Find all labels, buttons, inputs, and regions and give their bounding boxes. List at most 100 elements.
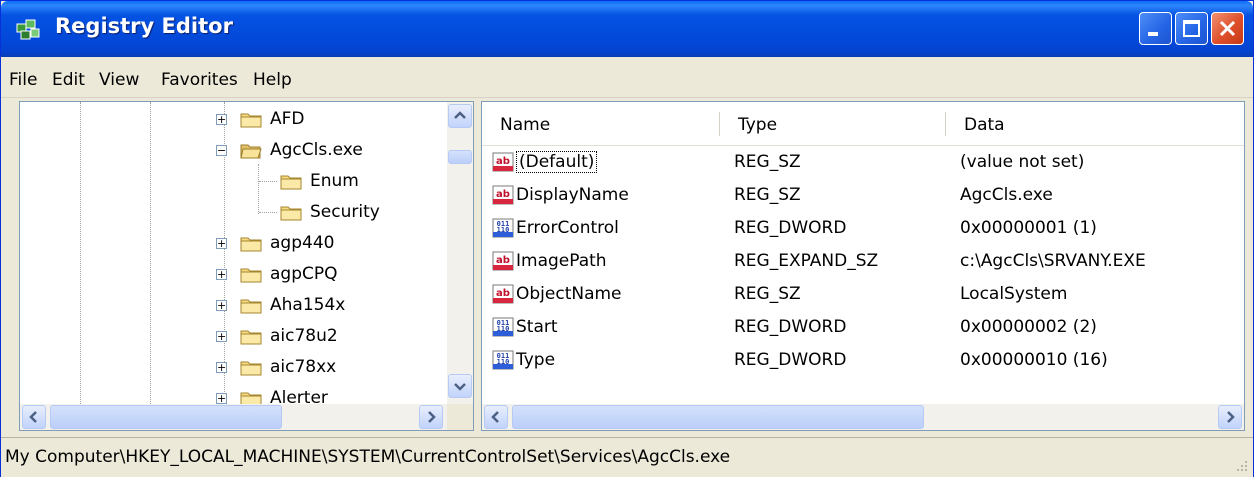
menu-favorites[interactable]: Favorites bbox=[161, 70, 238, 90]
menu-view[interactable]: View bbox=[99, 70, 139, 90]
expand-icon[interactable]: + bbox=[216, 331, 227, 342]
tree-guide-line bbox=[259, 212, 277, 213]
menu-help[interactable]: Help bbox=[253, 70, 292, 90]
window-title: Registry Editor bbox=[55, 14, 233, 38]
expand-icon[interactable]: + bbox=[216, 269, 227, 280]
tree-item[interactable]: Enum bbox=[20, 166, 440, 196]
title-bar[interactable]: Registry Editor bbox=[1, 1, 1253, 57]
string-value-icon: ab bbox=[492, 152, 514, 172]
value-row[interactable]: ab ObjectName REG_SZ LocalSystem bbox=[482, 278, 1222, 310]
status-path: My Computer\HKEY_LOCAL_MACHINE\SYSTEM\Cu… bbox=[5, 447, 731, 467]
expand-icon[interactable]: + bbox=[216, 300, 227, 311]
tree-item-label: Security bbox=[310, 202, 380, 222]
scroll-left-button[interactable] bbox=[22, 405, 46, 429]
scroll-right-button[interactable] bbox=[1218, 405, 1242, 429]
tree-item[interactable]: + aic78xx bbox=[20, 352, 440, 382]
tree-vertical-scrollbar[interactable] bbox=[447, 102, 473, 404]
maximize-button[interactable] bbox=[1175, 12, 1208, 45]
chevron-left-icon bbox=[491, 411, 499, 423]
menu-file[interactable]: File bbox=[9, 70, 37, 90]
tree-item[interactable]: + agp440 bbox=[20, 228, 440, 258]
tree-item-label: Enum bbox=[310, 171, 359, 191]
chevron-up-icon bbox=[454, 111, 466, 119]
folder-icon bbox=[240, 361, 262, 376]
values-list-pane[interactable]: Name Type Data ab (Default) REG_SZ (value n… bbox=[481, 101, 1245, 431]
menu-edit[interactable]: Edit bbox=[52, 70, 85, 90]
resize-grip-icon[interactable] bbox=[1233, 457, 1249, 473]
column-header-label: Name bbox=[500, 115, 551, 135]
scroll-up-button[interactable] bbox=[448, 104, 472, 128]
value-row[interactable]: ab ImagePath REG_EXPAND_SZ c:\AgcCls\SRVANY… bbox=[482, 245, 1222, 277]
folder-icon bbox=[280, 175, 302, 190]
value-row[interactable]: 011 110 Start REG_DWORD 0x00000002 (2) bbox=[482, 311, 1222, 343]
value-data: c:\AgcCls\SRVANY.EXE bbox=[960, 251, 1146, 271]
value-row[interactable]: 011 110 Type REG_DWORD 0x00000010 (16) bbox=[482, 344, 1222, 376]
binary-value-icon: 011110 bbox=[492, 350, 514, 370]
folder-icon bbox=[240, 268, 262, 283]
close-button[interactable] bbox=[1211, 12, 1244, 45]
tree-item[interactable]: + AFD bbox=[20, 104, 440, 134]
expand-icon[interactable]: + bbox=[216, 238, 227, 249]
value-type: REG_DWORD bbox=[734, 317, 847, 337]
value-name: Start bbox=[516, 317, 558, 337]
registry-editor-icon bbox=[16, 19, 40, 40]
minimize-button[interactable] bbox=[1139, 12, 1172, 45]
string-value-icon: ab bbox=[492, 185, 514, 205]
expand-icon[interactable]: + bbox=[216, 362, 227, 373]
list-horizontal-thumb[interactable] bbox=[512, 405, 924, 429]
value-name: Type bbox=[516, 350, 556, 370]
tree-item[interactable]: + aic78u2 bbox=[20, 321, 440, 351]
key-tree-pane[interactable]: + AFD − AgcCls.exe Enum Security + agp440 + agpCP… bbox=[19, 101, 474, 431]
scroll-down-button[interactable] bbox=[448, 374, 472, 398]
tree-horizontal-scrollbar[interactable] bbox=[20, 404, 447, 430]
value-row[interactable]: ab DisplayName REG_SZ AgcCls.exe bbox=[482, 179, 1222, 211]
scroll-left-button[interactable] bbox=[484, 405, 508, 429]
collapse-icon[interactable]: − bbox=[216, 145, 227, 156]
close-icon bbox=[1219, 20, 1236, 37]
value-data: LocalSystem bbox=[960, 284, 1068, 304]
value-row[interactable]: 011 110 ErrorControl REG_DWORD 0x00000001 (1… bbox=[482, 212, 1222, 244]
expand-icon[interactable]: + bbox=[216, 393, 227, 404]
binary-value-icon: 011110 bbox=[492, 218, 514, 238]
folder-icon bbox=[240, 237, 262, 252]
binary-value-icon: 011110 bbox=[492, 317, 514, 337]
value-type: REG_SZ bbox=[734, 152, 801, 172]
chevron-right-icon bbox=[428, 411, 436, 423]
list-horizontal-scrollbar[interactable] bbox=[482, 404, 1244, 430]
column-header-name[interactable]: Name bbox=[482, 102, 720, 146]
column-header-label: Type bbox=[738, 115, 778, 135]
tree-item[interactable]: − AgcCls.exe bbox=[20, 135, 440, 165]
value-name: DisplayName bbox=[516, 185, 629, 205]
expand-icon[interactable]: + bbox=[216, 114, 227, 125]
value-name: ObjectName bbox=[516, 284, 622, 304]
column-header-type[interactable]: Type bbox=[720, 102, 946, 146]
column-header-data[interactable]: Data bbox=[946, 102, 1244, 146]
svg-text:ab: ab bbox=[496, 255, 510, 266]
scroll-right-button[interactable] bbox=[419, 405, 443, 429]
tree-item-label: agpCPQ bbox=[270, 264, 338, 284]
registry-editor-window: Registry Editor File Edit View Favorites… bbox=[0, 0, 1254, 477]
tree-horizontal-thumb[interactable] bbox=[50, 405, 282, 429]
svg-text:ab: ab bbox=[496, 189, 510, 200]
value-data: (value not set) bbox=[960, 152, 1085, 172]
tree-item[interactable]: + agpCPQ bbox=[20, 259, 440, 289]
folder-icon bbox=[240, 330, 262, 345]
tree-item[interactable]: Security bbox=[20, 197, 440, 227]
tree-item-label: aic78xx bbox=[270, 357, 337, 377]
tree-item[interactable]: + Aha154x bbox=[20, 290, 440, 320]
menu-bar: File Edit View Favorites Help bbox=[1, 59, 1253, 98]
tree-item-label: aic78u2 bbox=[270, 326, 338, 346]
tree-item-label: Aha154x bbox=[270, 295, 346, 315]
column-header-label: Data bbox=[964, 115, 1005, 135]
tree-vertical-thumb[interactable] bbox=[448, 150, 472, 164]
value-row[interactable]: ab (Default) REG_SZ (value not set) bbox=[482, 146, 1222, 178]
svg-text:110: 110 bbox=[497, 358, 510, 366]
status-bar: My Computer\HKEY_LOCAL_MACHINE\SYSTEM\Cu… bbox=[1, 437, 1253, 477]
value-data: AgcCls.exe bbox=[960, 185, 1053, 205]
value-name: (Default) bbox=[516, 151, 598, 173]
chevron-down-icon bbox=[454, 383, 466, 391]
value-type: REG_EXPAND_SZ bbox=[734, 251, 879, 271]
string-value-icon: ab bbox=[492, 251, 514, 271]
tree-item-label: agp440 bbox=[270, 233, 335, 253]
folder-open-icon bbox=[240, 144, 262, 159]
